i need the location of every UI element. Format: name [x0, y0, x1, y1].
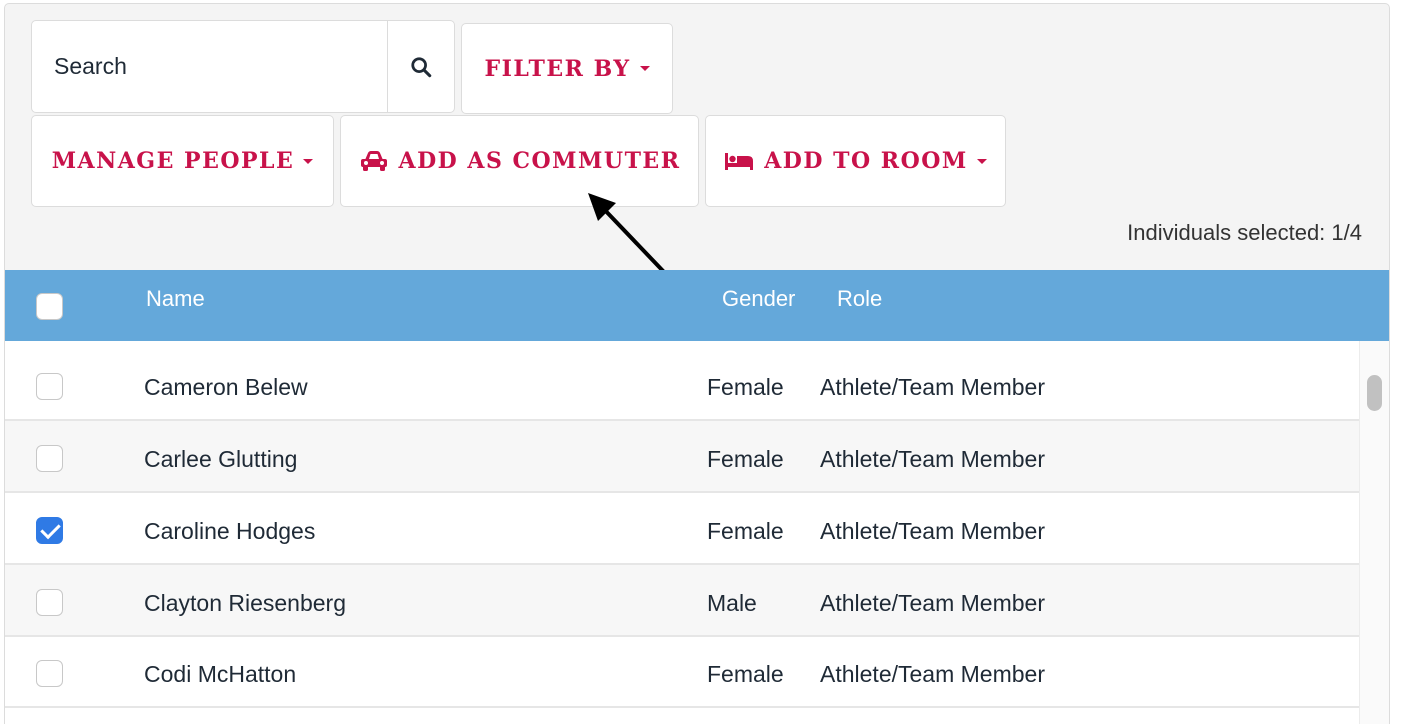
filter-by-label: FILTER BY: [484, 55, 631, 82]
table-row[interactable]: Codi McHatton Female Athlete/Team Member: [5, 636, 1359, 708]
manage-people-label: MANAGE PEOPLE: [51, 148, 295, 174]
add-to-room-button[interactable]: ADD TO ROOM: [705, 115, 1006, 207]
row-name: Caroline Hodges: [144, 518, 316, 544]
row-name: Codi McHatton: [144, 661, 297, 687]
row-gender: Female: [707, 446, 784, 472]
caret-down-icon: [303, 158, 314, 164]
table-body: Cameron Belew Female Athlete/Team Member…: [5, 341, 1359, 724]
table-row[interactable]: Clayton Riesenberg Male Athlete/Team Mem…: [5, 565, 1359, 637]
scrollbar-thumb[interactable]: [1367, 375, 1382, 411]
row-role: Athlete/Team Member: [820, 590, 1045, 616]
column-header-name[interactable]: Name: [146, 286, 205, 312]
car-icon: [359, 150, 389, 172]
search-icon: [411, 56, 432, 77]
row-checkbox[interactable]: [36, 445, 63, 472]
row-role: Athlete/Team Member: [820, 446, 1045, 472]
column-header-role[interactable]: Role: [837, 286, 882, 312]
row-checkbox[interactable]: [36, 589, 63, 616]
row-checkbox-checked[interactable]: [36, 517, 63, 544]
bed-icon: [724, 151, 754, 171]
table-row[interactable]: Cameron Belew Female Athlete/Team Member: [5, 349, 1359, 421]
row-gender: Male: [707, 590, 757, 616]
row-role: Athlete/Team Member: [820, 518, 1045, 544]
table-header: Name Gender Role: [5, 270, 1389, 341]
add-to-room-label: ADD TO ROOM: [764, 148, 968, 174]
row-checkbox[interactable]: [36, 373, 63, 400]
table-row[interactable]: Carlee Glutting Female Athlete/Team Memb…: [5, 421, 1359, 493]
add-as-commuter-label: ADD AS COMMUTER: [398, 148, 681, 174]
caret-down-icon: [639, 66, 650, 71]
caret-down-icon: [976, 158, 987, 164]
search-input[interactable]: [32, 21, 388, 112]
row-name: Cameron Belew: [144, 374, 308, 400]
row-name: Carlee Glutting: [144, 446, 298, 472]
search-button[interactable]: [387, 21, 454, 112]
selected-count: Individuals selected: 1/4: [1127, 220, 1362, 245]
row-gender: Female: [707, 518, 784, 544]
table-row[interactable]: Caroline Hodges Female Athlete/Team Memb…: [5, 493, 1359, 565]
column-header-gender[interactable]: Gender: [722, 286, 795, 312]
row-role: Athlete/Team Member: [820, 661, 1045, 687]
filter-by-button[interactable]: FILTER BY: [461, 23, 673, 114]
table-scrollbar[interactable]: [1359, 341, 1389, 724]
row-gender: Female: [707, 661, 784, 687]
manage-people-button[interactable]: MANAGE PEOPLE: [31, 115, 334, 207]
select-all-checkbox[interactable]: [36, 293, 63, 320]
row-name: Clayton Riesenberg: [144, 590, 347, 616]
row-gender: Female: [707, 374, 784, 400]
row-checkbox[interactable]: [36, 660, 63, 687]
search-group: [31, 20, 455, 113]
row-role: Athlete/Team Member: [820, 374, 1045, 400]
